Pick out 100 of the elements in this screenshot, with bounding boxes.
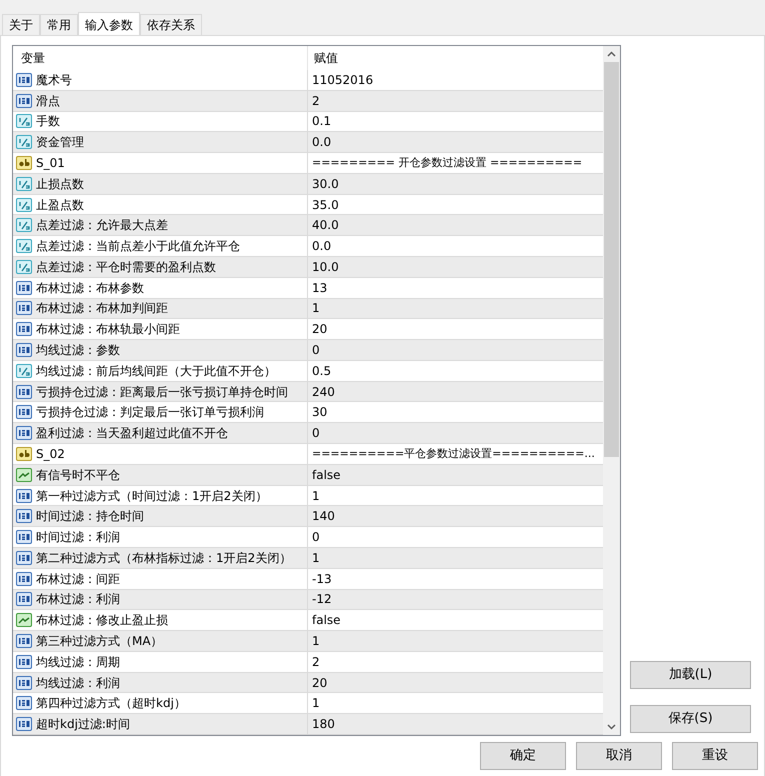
parameter-name: 第三种过滤方式（MA） [36, 632, 163, 650]
parameter-name: 布林过滤：间距 [36, 570, 120, 588]
parameter-value[interactable]: 1 [312, 694, 320, 712]
parameter-value[interactable]: 30 [312, 403, 328, 422]
integer-icon [16, 425, 32, 442]
parameter-name: 魔术号 [36, 72, 72, 89]
fraction-icon [16, 258, 32, 275]
parameter-name: 第一种过滤方式（时间过滤：1开启2关闭） [36, 488, 268, 504]
parameter-name: 均线过滤：周期 [36, 654, 120, 671]
parameter-value[interactable]: 0.0 [312, 237, 332, 256]
scroll-down-icon[interactable] [607, 724, 616, 730]
parameter-value[interactable]: 11052016 [312, 70, 374, 89]
side-button[interactable]: 保存(S) [630, 705, 751, 733]
integer-icon [16, 488, 32, 504]
parameter-name: 第二种过滤方式（布林指标过滤：1开启2关闭） [36, 550, 292, 567]
scroll-up-icon[interactable] [607, 51, 616, 57]
integer-icon [16, 92, 32, 109]
parameter-name: 布林过滤：修改止盈止损 [36, 612, 168, 630]
integer-icon [16, 529, 32, 546]
integer-icon [16, 300, 32, 316]
parameter-name: 止盈点数 [36, 196, 84, 214]
parameter-name: 资金管理 [36, 134, 84, 152]
parameter-value[interactable]: false [312, 466, 341, 484]
parameter-value[interactable]: false [312, 611, 341, 630]
parameter-value[interactable]: 140 [312, 507, 335, 526]
fraction-icon [16, 134, 32, 150]
tab[interactable]: 关于 [2, 14, 40, 35]
scrollbar-thumb[interactable] [604, 62, 620, 457]
text-icon [16, 155, 32, 171]
parameter-value[interactable]: 2 [312, 92, 320, 110]
parameter-value[interactable]: 2 [312, 652, 320, 671]
parameter-name: 布林过滤：布林参数 [36, 280, 144, 297]
parameter-value[interactable]: 0.0 [312, 133, 332, 152]
parameter-value[interactable]: 1 [312, 548, 320, 567]
parameter-name: 均线过滤：参数 [36, 342, 120, 360]
parameter-name: 均线过滤：前后均线间距（大于此值不开仓） [36, 362, 276, 380]
parameter-value[interactable]: 1 [312, 486, 320, 504]
parameter-value[interactable]: 30.0 [312, 174, 339, 193]
fraction-icon [16, 196, 32, 213]
scrollbar[interactable] [603, 46, 620, 735]
fraction-icon [16, 238, 32, 254]
parameter-value[interactable]: 10.0 [312, 258, 339, 276]
parameter-name: 手数 [36, 113, 60, 130]
integer-icon [16, 632, 32, 649]
parameter-name: 亏损持仓过滤：判定最后一张订单亏损利润 [36, 404, 264, 422]
parameter-name: 均线过滤：利润 [36, 674, 120, 692]
integer-icon [16, 674, 32, 691]
parameter-name: 布林过滤：利润 [36, 591, 120, 608]
dialog-button[interactable]: 确定 [480, 742, 566, 770]
side-button[interactable]: 加载(L) [630, 661, 751, 689]
parameter-value[interactable]: ==========平仓参数过滤设置==========... [312, 446, 595, 462]
parameter-value[interactable]: 180 [312, 715, 335, 734]
parameter-value[interactable]: 40.0 [312, 216, 339, 234]
parameter-name: 点差过滤：平仓时需要的盈利点数 [36, 258, 216, 276]
integer-icon [16, 570, 32, 587]
parameter-value[interactable]: 1 [312, 632, 320, 650]
dialog-button[interactable]: 取消 [576, 742, 662, 770]
parameter-name: 止损点数 [36, 176, 84, 193]
tab[interactable]: 常用 [40, 14, 78, 35]
parameter-value[interactable]: 35.0 [312, 196, 339, 214]
tab[interactable]: 输入参数 [78, 12, 140, 36]
parameter-value[interactable]: 0 [312, 424, 320, 442]
integer-icon [16, 716, 32, 732]
parameter-value[interactable]: -12 [312, 590, 332, 608]
parameter-value[interactable]: 1 [312, 299, 320, 318]
parameter-name: 布林过滤：布林轨最小间距 [36, 321, 180, 338]
fraction-icon [16, 362, 32, 379]
parameter-name: 时间过滤：持仓时间 [36, 508, 144, 526]
parameter-name: S_02 [36, 446, 65, 463]
fraction-icon [16, 113, 32, 130]
tab[interactable]: 依存关系 [140, 14, 202, 35]
parameter-name: 亏损持仓过滤：距离最后一张亏损订单持仓时间 [36, 384, 288, 401]
parameter-name: 点差过滤：当前点差小于此值允许平仓 [36, 238, 240, 256]
parameter-value[interactable]: ========= 开仓参数过滤设置 ========== [312, 154, 582, 172]
integer-icon [16, 384, 32, 400]
integer-icon [16, 72, 32, 88]
integer-icon [16, 550, 32, 566]
integer-icon [16, 654, 32, 670]
fraction-icon [16, 217, 32, 234]
integer-icon [16, 404, 32, 420]
fraction-icon [16, 176, 32, 192]
text-icon [16, 446, 32, 462]
parameter-value[interactable]: 0 [312, 341, 320, 360]
parameter-name: 第四种过滤方式（超时kdj） [36, 695, 186, 712]
parameter-value[interactable]: 20 [312, 320, 328, 338]
parameter-value[interactable]: -13 [312, 570, 332, 588]
toggle-icon [16, 466, 32, 483]
column-header[interactable]: 赋值 [308, 46, 604, 70]
integer-icon [16, 342, 32, 358]
parameter-value[interactable]: 0 [312, 528, 320, 546]
parameter-value[interactable]: 20 [312, 674, 328, 692]
dialog-button[interactable]: 重设 [672, 742, 758, 770]
parameter-value[interactable]: 0.1 [312, 112, 332, 130]
parameter-name: S_01 [36, 155, 65, 172]
parameter-name: 滑点 [36, 92, 60, 110]
parameter-value[interactable]: 0.5 [312, 362, 332, 380]
parameter-name: 超时kdj过滤:时间 [36, 716, 130, 734]
parameter-value[interactable]: 13 [312, 278, 328, 297]
parameter-value[interactable]: 240 [312, 382, 335, 401]
parameter-name: 盈利过滤：当天盈利超过此值不开仓 [36, 425, 228, 442]
